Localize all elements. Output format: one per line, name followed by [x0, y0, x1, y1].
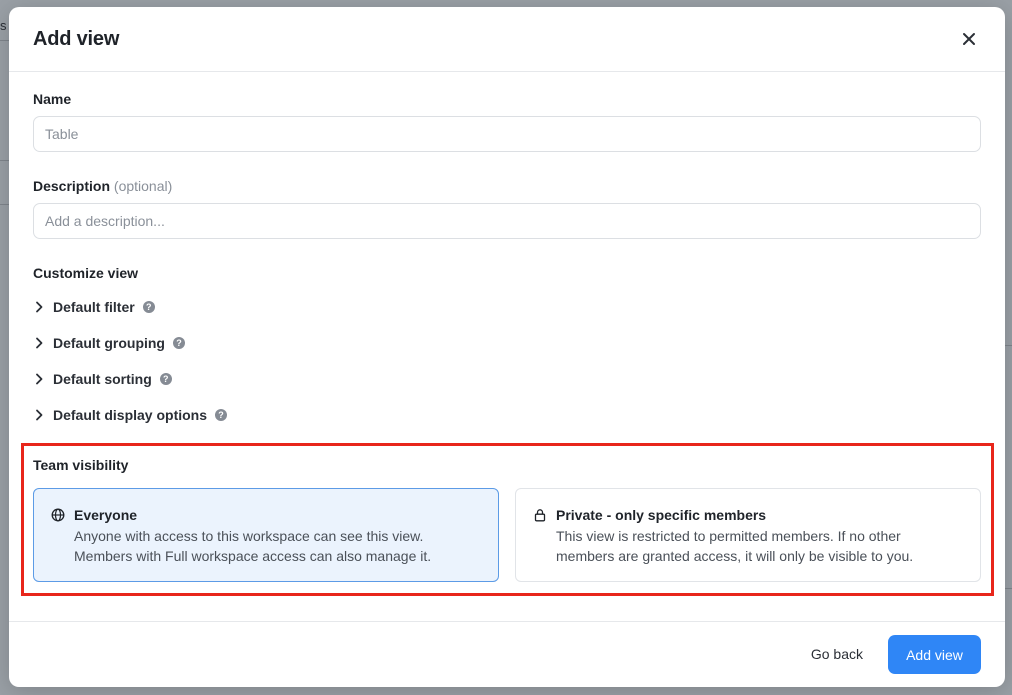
description-input[interactable] [33, 203, 981, 239]
team-visibility-section: Team visibility Everyone Anyone with acc… [21, 443, 994, 596]
chevron-right-icon [33, 373, 45, 385]
option-description-line: Anyone with access to this workspace can… [74, 528, 424, 544]
help-icon[interactable]: ? [142, 301, 155, 313]
chevron-right-icon [33, 301, 45, 313]
description-label: Description (optional) [33, 178, 981, 194]
dialog-footer: Go back Add view [9, 621, 1005, 687]
add-view-button[interactable]: Add view [888, 635, 981, 674]
dialog-body: Name Description (optional) Customize vi… [9, 91, 1005, 425]
close-icon [963, 33, 975, 45]
visibility-option-everyone[interactable]: Everyone Anyone with access to this work… [33, 488, 499, 582]
backdrop-divider [1004, 588, 1012, 589]
option-description: Anyone with access to this workspace can… [74, 526, 482, 566]
add-view-dialog: Add view Name Description (optional) Cus… [9, 7, 1005, 687]
default-grouping-label: Default grouping [53, 335, 165, 351]
option-title: Private - only specific members [556, 507, 767, 523]
help-icon[interactable]: ? [159, 373, 172, 385]
optional-hint: (optional) [113, 178, 173, 194]
name-label: Name [33, 91, 72, 107]
name-input[interactable] [33, 116, 981, 152]
backdrop-edge-text: s [0, 18, 7, 33]
default-filter-label: Default filter [53, 299, 135, 315]
default-display-options-label: Default display options [53, 407, 208, 423]
go-back-button[interactable]: Go back [797, 635, 877, 673]
chevron-right-icon [33, 337, 45, 349]
default-grouping-toggle[interactable]: Default grouping ? [33, 333, 981, 353]
option-description: This view is restricted to permitted mem… [556, 526, 964, 566]
default-filter-toggle[interactable]: Default filter ? [33, 297, 981, 317]
default-sorting-label: Default sorting [53, 371, 152, 387]
help-icon[interactable]: ? [173, 337, 185, 349]
option-title: Everyone [74, 507, 138, 523]
customize-view-heading: Customize view [33, 265, 139, 281]
dialog-title: Add view [33, 27, 120, 50]
visibility-option-private[interactable]: Private - only specific members This vie… [515, 488, 981, 582]
globe-icon [51, 508, 65, 522]
chevron-right-icon [33, 409, 45, 421]
option-description-line: members are granted access, it will only… [556, 548, 914, 564]
default-sorting-toggle[interactable]: Default sorting ? [33, 369, 981, 389]
close-button[interactable] [957, 27, 981, 51]
option-description-line: Members with Full workspace access can a… [74, 548, 432, 564]
description-label-text: Description [33, 178, 111, 194]
help-icon[interactable]: ? [215, 409, 228, 421]
lock-icon [534, 509, 546, 522]
default-display-options-toggle[interactable]: Default display options ? [33, 405, 981, 425]
dialog-header: Add view [9, 7, 1005, 72]
team-visibility-label: Team visibility [33, 457, 129, 473]
option-description-line: This view is restricted to permitted mem… [556, 528, 901, 544]
backdrop-divider [1004, 345, 1012, 346]
